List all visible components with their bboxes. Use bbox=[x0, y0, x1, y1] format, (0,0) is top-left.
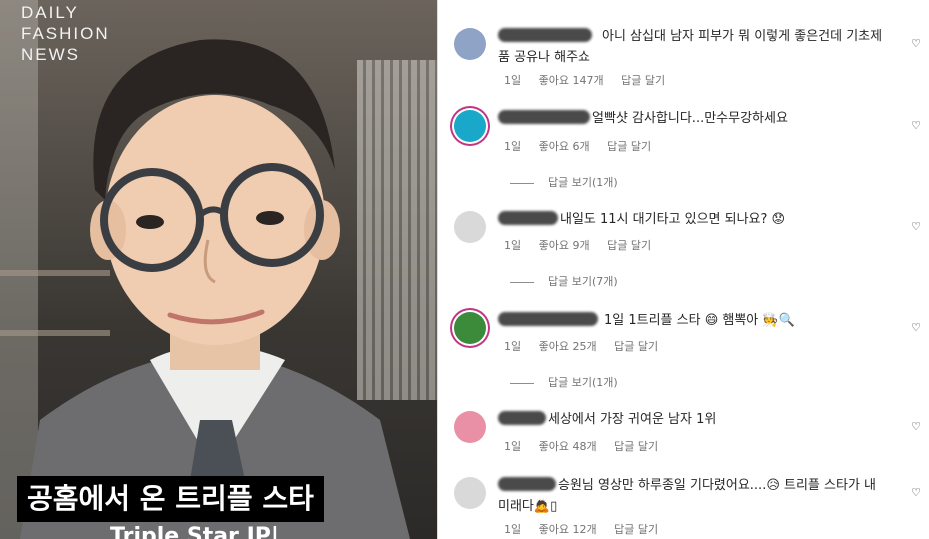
video-caption: 공홈에서 온 트리플 스타 bbox=[17, 476, 324, 522]
watermark-logo: DAILY FASHION NEWS bbox=[21, 2, 110, 65]
like-count[interactable]: 좋아요 25개 bbox=[539, 340, 597, 353]
heart-outline-icon[interactable]: ♡ bbox=[910, 322, 922, 334]
reply-button[interactable]: 답글 달기 bbox=[614, 440, 658, 453]
heart-outline-icon[interactable]: ♡ bbox=[910, 221, 922, 233]
comment-time: 1일 bbox=[504, 239, 522, 252]
comment-meta: 1일 좋아요 25개 답글 달기 bbox=[504, 338, 672, 354]
comment-meta: 1일 좋아요 147개 답글 달기 bbox=[504, 72, 679, 88]
like-count[interactable]: 좋아요 48개 bbox=[539, 440, 597, 453]
comment-meta: 1일 좋아요 6개 답글 달기 bbox=[504, 138, 665, 154]
like-count[interactable]: 좋아요 147개 bbox=[539, 74, 604, 87]
comment-meta: 1일 좋아요 12개 답글 달기 bbox=[504, 521, 672, 537]
comment-text: 1일 1트리플 스타 😄 햄뽁아 🧑‍🍳🔍 bbox=[604, 313, 795, 328]
comment-text: 세상에서 가장 귀여운 남자 1위 bbox=[548, 412, 717, 427]
watermark-line: NEWS bbox=[21, 45, 80, 64]
comment-meta: 1일 좋아요 9개 답글 달기 bbox=[504, 237, 665, 253]
view-replies-button[interactable]: 답글 보기(1개) bbox=[510, 374, 618, 390]
like-count[interactable]: 좋아요 6개 bbox=[539, 140, 590, 153]
replies-line bbox=[510, 382, 534, 384]
avatar[interactable] bbox=[454, 312, 486, 344]
comment-time: 1일 bbox=[504, 140, 522, 153]
heart-outline-icon[interactable]: ♡ bbox=[910, 120, 922, 132]
avatar[interactable] bbox=[454, 477, 486, 509]
reply-button[interactable]: 답글 달기 bbox=[614, 340, 658, 353]
view-replies-button[interactable]: 답글 보기(7개) bbox=[510, 273, 618, 289]
reply-button[interactable]: 답글 달기 bbox=[621, 74, 665, 87]
reply-button[interactable]: 답글 달기 bbox=[614, 523, 658, 536]
avatar[interactable] bbox=[454, 211, 486, 243]
comment-time: 1일 bbox=[504, 523, 522, 536]
heart-outline-icon[interactable]: ♡ bbox=[910, 38, 922, 50]
watermark-line: FASHION bbox=[21, 24, 110, 43]
comment-text: 얼빡샷 감사합니다...만수무강하세요 bbox=[592, 111, 788, 126]
comment-time: 1일 bbox=[504, 340, 522, 353]
video-caption-secondary: Triple Star IP| bbox=[110, 524, 279, 539]
comment-time: 1일 bbox=[504, 74, 522, 87]
avatar[interactable] bbox=[454, 411, 486, 443]
comment-text: 아니 삼십대 남자 피부가 뭐 이렇게 좋은건데 기초제품 공유나 해주쇼 bbox=[498, 29, 883, 65]
comment-time: 1일 bbox=[504, 440, 522, 453]
view-replies-label[interactable]: 답글 보기(1개) bbox=[548, 176, 618, 189]
video-frame[interactable]: DAILY FASHION NEWS 공홈에서 온 트리플 스타 Triple … bbox=[0, 0, 437, 539]
replies-line bbox=[510, 281, 534, 283]
comment-meta: 1일 좋아요 48개 답글 달기 bbox=[504, 438, 672, 454]
like-count[interactable]: 좋아요 12개 bbox=[539, 523, 597, 536]
avatar[interactable] bbox=[454, 28, 486, 60]
reply-button[interactable]: 답글 달기 bbox=[607, 140, 651, 153]
heart-outline-icon[interactable]: ♡ bbox=[910, 487, 922, 499]
person-illustration bbox=[20, 39, 410, 539]
replies-line bbox=[510, 182, 534, 184]
watermark-line: DAILY bbox=[21, 3, 79, 22]
avatar[interactable] bbox=[454, 110, 486, 142]
view-replies-button[interactable]: 답글 보기(1개) bbox=[510, 174, 618, 190]
reply-button[interactable]: 답글 달기 bbox=[607, 239, 651, 252]
comment-text: 내일도 11시 대기타고 있으면 되나요? 😟 bbox=[560, 212, 786, 227]
comments-panel[interactable]: 아니 삼십대 남자 피부가 뭐 이렇게 좋은건데 기초제품 공유나 해주쇼 ♡ … bbox=[438, 0, 929, 539]
like-count[interactable]: 좋아요 9개 bbox=[539, 239, 590, 252]
view-replies-label[interactable]: 답글 보기(1개) bbox=[548, 376, 618, 389]
view-replies-label[interactable]: 답글 보기(7개) bbox=[548, 275, 618, 288]
comment-text: 승원님 영상만 하루종일 기다렸어요....😥 트리플 스타가 내 미래다🙇▯ bbox=[498, 478, 876, 514]
heart-outline-icon[interactable]: ♡ bbox=[910, 421, 922, 433]
